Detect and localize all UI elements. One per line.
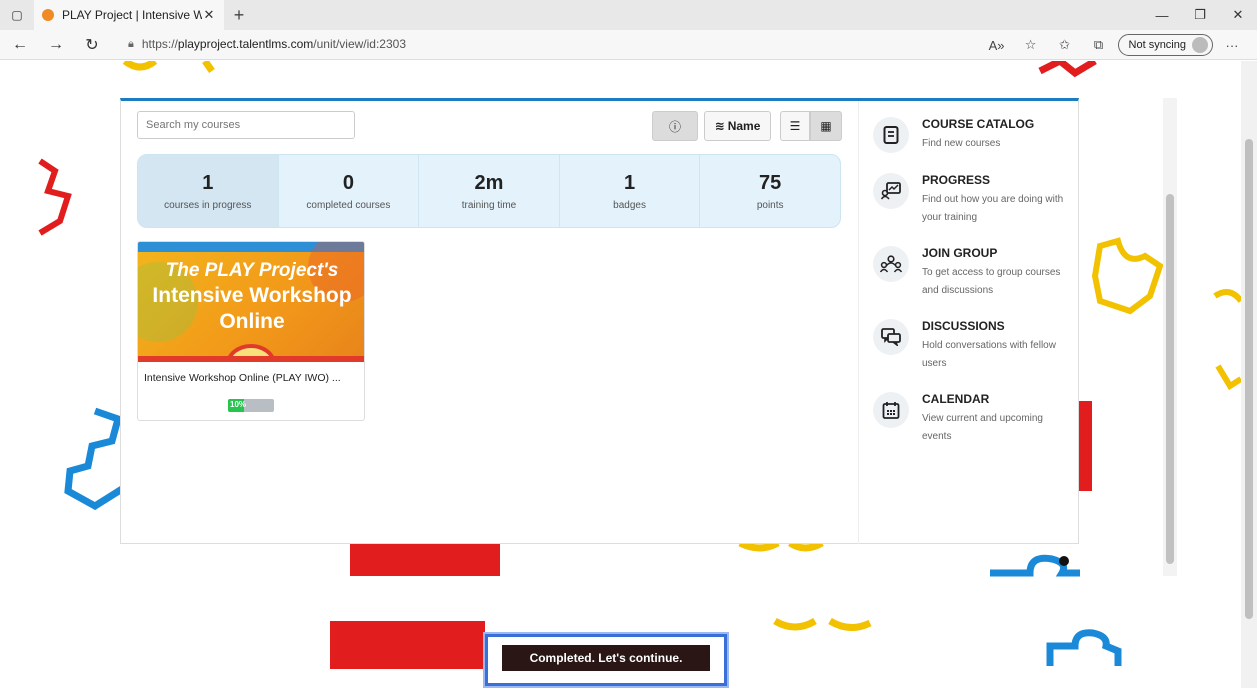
thumbnail-bottom-bar [138,356,364,362]
info-button[interactable]: ⓘ [652,111,698,141]
blue-puzzle-piece [64,407,124,511]
collections-icon[interactable]: ⧉ [1084,37,1114,53]
window-menu-icon[interactable]: ▢ [0,0,34,30]
stat-label: completed courses [306,199,391,211]
page-scrollbar-thumb[interactable] [1245,139,1253,619]
yellow-puzzle-piece [122,61,215,74]
more-options-icon[interactable]: ··· [1217,38,1247,53]
sidebar-item-title[interactable]: CALENDAR [922,392,989,406]
sort-by-name-button[interactable]: ≋ Name [704,111,771,141]
stat-completed-courses[interactable]: 0 completed courses [279,155,420,227]
favorites-icon[interactable]: ✩ [1050,37,1080,53]
thumbnail-line1: The PLAY Project's [165,260,339,281]
calendar-icon [873,392,909,428]
browser-toolbar: ← → ↻ 🔒︎ https://playproject.talentlms.c… [0,30,1257,60]
layers-icon: ≋ [714,119,725,133]
stat-courses-in-progress[interactable]: 1 courses in progress [138,155,279,227]
course-thumbnail[interactable]: The PLAY Project's Intensive Workshop On… [138,242,364,362]
lock-icon[interactable]: 🔒︎ [128,38,134,51]
blue-puzzle-piece [1046,629,1122,666]
frame-scrollbar[interactable] [1163,98,1177,576]
red-puzzle-piece [38,158,72,236]
thumbnail-line3: Online [219,310,285,333]
stat-value: 1 [202,171,214,194]
close-window-icon[interactable]: ✕ [1219,0,1257,30]
favorite-add-icon[interactable]: ☆ [1016,37,1046,53]
stat-points[interactable]: 75 points [700,155,840,227]
sidebar-item-desc: Find new courses [922,138,1001,149]
yellow-puzzle-piece [1213,289,1241,391]
list-view-button[interactable]: ☰ [780,111,810,141]
profile-sync-button[interactable]: Not syncing [1117,34,1213,56]
stat-label: points [756,199,784,211]
restore-icon[interactable]: ❐ [1181,0,1219,30]
sidebar-item-title[interactable]: DISCUSSIONS [922,319,1005,333]
yellow-puzzle-piece [773,617,872,631]
window-controls: — ❐ ✕ [1143,0,1257,30]
red-puzzle-piece [330,621,485,669]
sidebar-item-desc: View current and upcoming events [922,413,1043,442]
completion-toast: Completed. Let's continue. [485,634,727,686]
dashboard-sidebar: COURSE CATALOG Find new courses PROGRESS… [858,101,1078,544]
browser-tab[interactable]: PLAY Project | Intensive Worksho ✕ [34,0,224,30]
book-icon [873,117,909,153]
back-icon[interactable]: ← [6,36,34,54]
stat-value: 75 [759,171,782,194]
continue-button[interactable]: Completed. Let's continue. [502,645,710,671]
browser-actions: A» ☆ ✩ ⧉ Not syncing ··· [982,34,1247,56]
stat-training-time: 2m training time [419,155,560,227]
close-tab-icon[interactable]: ✕ [202,7,216,23]
read-aloud-icon[interactable]: A» [982,38,1012,53]
sidebar-item-title[interactable]: JOIN GROUP [922,246,997,260]
stat-value: 2m [474,171,504,194]
tab-title: PLAY Project | Intensive Worksho [62,8,202,22]
site-favicon-icon [42,9,54,21]
stat-label: training time [461,199,517,211]
sync-label: Not syncing [1128,39,1186,51]
forward-icon[interactable]: → [42,36,70,54]
browser-tabbar: ▢ PLAY Project | Intensive Worksho ✕ + —… [0,0,1257,30]
url-host: playproject.talentlms.com [177,37,314,51]
sidebar-item-title[interactable]: COURSE CATALOG [922,117,1034,131]
course-title[interactable]: Intensive Workshop Online (PLAY IWO) ... [144,372,360,384]
list-view-icon: ☰ [789,119,801,133]
frame-scrollbar-thumb[interactable] [1166,194,1174,564]
stat-badges[interactable]: 1 badges [560,155,701,227]
dashboard-frame: ⓘ ≋ Name ☰ ▦ 1 courses in progress 0 com… [120,98,1179,580]
page-scrollbar[interactable] [1241,61,1257,688]
sidebar-item-desc: To get access to group courses and discu… [922,267,1061,296]
url-path: /unit/view/id:2303 [313,37,407,51]
new-tab-icon[interactable]: + [224,5,254,26]
avatar [1192,37,1208,53]
sidebar-item-title[interactable]: PROGRESS [922,173,990,187]
grid-view-button[interactable]: ▦ [810,111,842,141]
sidebar-item-desc: Hold conversations with fellow users [922,340,1056,369]
red-puzzle-piece [1038,61,1097,78]
stat-value: 1 [624,171,636,194]
minimize-icon[interactable]: — [1143,0,1181,30]
stat-value: 0 [342,171,354,194]
chat-icon [873,319,909,355]
course-progress-bar: 10% [228,399,274,412]
refresh-icon[interactable]: ↻ [78,35,106,55]
sidebar-item-desc: Find out how you are doing with your tra… [922,194,1064,223]
group-icon [873,246,909,282]
url-prefix: https:// [141,37,178,51]
thumbnail-line2: Intensive Workshop [152,284,352,307]
grid-view-icon: ▦ [820,119,832,133]
sort-label: Name [727,119,761,133]
stat-label: courses in progress [164,199,252,211]
progress-label: 10% [230,400,247,409]
course-card[interactable]: The PLAY Project's Intensive Workshop On… [137,241,365,421]
search-courses-input[interactable] [137,111,355,139]
stat-label: badges [613,199,646,211]
progress-chart-icon [873,173,909,209]
dashboard-card: ⓘ ≋ Name ☰ ▦ 1 courses in progress 0 com… [120,98,1079,544]
stats-panel: 1 courses in progress 0 completed course… [137,154,841,228]
info-icon: ⓘ [668,119,681,134]
address-bar[interactable]: 🔒︎ https://playproject.talentlms.com/uni… [128,37,406,51]
